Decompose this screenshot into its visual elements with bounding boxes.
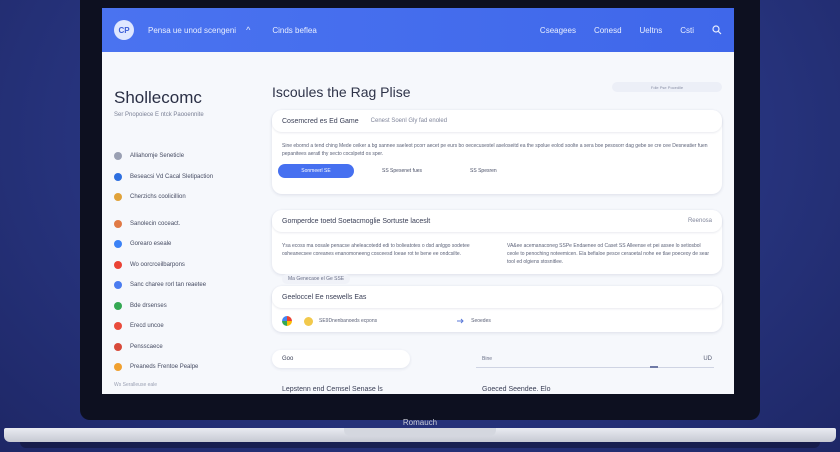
card-intro-title: Cosemcred es Ed Game — [282, 117, 359, 125]
sidebar-item[interactable]: Beseacsi Vd Cacal Sletipaction — [114, 167, 262, 188]
sidebar-item[interactable]: Bde drsenses — [114, 296, 262, 317]
yellow-circle-icon[interactable] — [304, 316, 313, 326]
base-shadow — [20, 442, 820, 448]
sidebar-item[interactable]: Pensscaece — [114, 337, 262, 358]
header-link-2[interactable]: Conesd — [594, 26, 622, 35]
sidebar-item-label: Sanc charee rorl tan reaetee — [130, 282, 207, 289]
card-integrations-title: Geeloccel Ee nsewells Eas — [282, 293, 367, 301]
sidebar-item-icon — [114, 219, 122, 228]
search-icon[interactable] — [712, 25, 722, 35]
card-details: Gomperdce toetd Soetacmoglie Sortuste la… — [272, 210, 722, 284]
sidebar-item[interactable]: Gorearo eseale — [114, 234, 262, 255]
card-integrations-header: Geeloccel Ee nsewells Eas — [272, 286, 722, 308]
select-field[interactable]: Bine UD — [476, 350, 714, 368]
app-header: CP Pensa ue unod scengeni ^ Cinds beflea… — [102, 8, 734, 52]
card-intro-actions: Sonmeerl SE SS Spesenet fues SS Spesren — [272, 158, 722, 184]
sidebar-footer[interactable]: Ws Seralleuse eale — [114, 382, 157, 388]
bottom-label-left: Lepstenn end Cemsel Senase ls — [282, 386, 383, 393]
sidebar-item-label: Preaneds Frentoe Pealpe — [130, 364, 199, 371]
brand-name[interactable]: Pensa ue unod scengeni — [148, 26, 236, 35]
chevron-up-icon[interactable]: ^ — [246, 25, 250, 35]
card-intro-body: Sine ebornd a tend ching Mede ceiker a b… — [282, 143, 708, 157]
sidebar-item-icon — [114, 193, 122, 202]
top-filter-pill[interactable]: Fdle Pse Pocedlle — [612, 82, 722, 92]
card-details-chip[interactable]: Ma Genecaoe el Ge SSE — [282, 274, 351, 284]
base-notch — [344, 428, 496, 436]
sidebar-item-label: Pensscaece — [130, 343, 163, 350]
integration-item-2: Seoedes — [471, 318, 491, 324]
sidebar-item-icon — [114, 363, 122, 372]
sidebar-item-icon — [114, 281, 122, 290]
header-link-1[interactable]: Cseagees — [540, 26, 576, 35]
integration-item-1[interactable]: SE9Dnenbanoeds ecpons — [319, 318, 377, 324]
secondary-action-button[interactable]: SS Spesenet fues — [382, 168, 422, 174]
card-details-hint[interactable]: Reenosa — [688, 218, 712, 224]
card-intro: Cosemcred es Ed Game Cenest Soenl Gly fa… — [272, 110, 722, 194]
sidebar-item-label: Gorearo eseale — [130, 241, 172, 248]
sidebar-item[interactable]: Wo oorcrceilbarpons — [114, 255, 262, 276]
app-window: CP Pensa ue unod scengeni ^ Cinds beflea… — [102, 8, 734, 394]
sidebar-item-icon — [114, 152, 122, 161]
sidebar-item-icon — [114, 172, 122, 181]
bottom-label-right: Goeced Seendee. Elo — [482, 386, 551, 393]
card-details-title: Gomperdce toetd Soetacmoglie Sortuste la… — [282, 217, 431, 225]
header-link-4[interactable]: Csti — [680, 26, 694, 35]
sidebar-item-label: Sanolecin coceact. — [130, 220, 181, 227]
sidebar-item[interactable]: Cherzichs coolicillion — [114, 187, 262, 208]
app-logo[interactable]: CP — [114, 20, 134, 40]
search-area: Goo Bine UD — [272, 350, 722, 370]
select-label: Bine — [482, 355, 493, 362]
sidebar-item-icon — [114, 342, 122, 351]
search-input[interactable]: Goo — [272, 350, 410, 368]
sidebar-item-label: Beseacsi Vd Cacal Sletipaction — [130, 173, 214, 180]
sidebar-item-label: Erecd uncoe — [130, 323, 164, 330]
sidebar-nav: Alliahomje Seneticle Beseacsi Vd Cacal Sl… — [114, 146, 262, 378]
sidebar: Shollecomc Ser Pnopoiece E ntck Paooenni… — [102, 52, 262, 394]
sidebar-item-label: Wo oorcrceilbarpons — [130, 261, 185, 268]
card-details-header: Gomperdce toetd Soetacmoglie Sortuste la… — [272, 210, 722, 232]
sidebar-item-label: Bde drsenses — [130, 302, 167, 309]
sidebar-item-label: Cherzichs coolicillion — [130, 194, 186, 201]
sidebar-item-label: Alliahomje Seneticle — [130, 153, 185, 160]
card-details-right-text: VA&ee acemanaconeg SSPe Endaenee od Case… — [507, 243, 710, 265]
card-integrations: Geeloccel Ee nsewells Eas SE9Dnenbanoeds… — [272, 286, 722, 332]
select-value: UD — [703, 355, 712, 362]
integration-item-2-wrap[interactable]: Seoedes — [457, 318, 491, 324]
main-content: Iscoules the Rag Plise Fdle Pse Pocedlle… — [272, 52, 722, 394]
card-integrations-row: SE9Dnenbanoeds ecpons Seoedes — [272, 308, 722, 334]
sidebar-item[interactable]: Sanolecin coceact. — [114, 214, 262, 235]
sidebar-item[interactable]: Preaneds Frentoe Pealpe — [114, 357, 262, 378]
card-intro-hint: Cenest Soenl Gly fad enoled — [370, 118, 448, 124]
sidebar-item-icon — [114, 260, 122, 269]
sidebar-item-icon — [114, 301, 122, 310]
header-link-3[interactable]: Ueltns — [640, 26, 663, 35]
laptop-base — [0, 426, 840, 452]
device-brand: Romauch — [402, 418, 438, 427]
sidebar-item[interactable]: Sanc charee rorl tan reaetee — [114, 275, 262, 296]
card-details-columns: Ysa ecoss ma oosale penacse aheleacotedd… — [272, 232, 722, 266]
primary-action-button[interactable]: Sonmeerl SE — [278, 164, 354, 178]
header-link-primary[interactable]: Cinds beflea — [272, 26, 316, 35]
sidebar-subtitle: Ser Pnopoiece E ntck Paooennite — [114, 112, 204, 118]
link-icon — [457, 318, 464, 324]
sidebar-item[interactable]: Alliahomje Seneticle — [114, 146, 262, 167]
sidebar-title: Shollecomc — [114, 88, 202, 107]
page-title: Iscoules the Rag Plise — [272, 84, 411, 100]
tertiary-action-button[interactable]: SS Spesren — [470, 168, 497, 174]
sidebar-item-icon — [114, 322, 122, 331]
card-intro-header: Cosemcred es Ed Game Cenest Soenl Gly fa… — [272, 110, 722, 132]
sidebar-item-icon — [114, 240, 122, 249]
card-details-left-text: Ysa ecoss ma oosale penacse aheleacotedd… — [282, 243, 470, 257]
select-indicator — [650, 366, 658, 368]
sidebar-item[interactable]: Erecd uncoe — [114, 316, 262, 337]
chrome-icon[interactable] — [282, 316, 292, 326]
